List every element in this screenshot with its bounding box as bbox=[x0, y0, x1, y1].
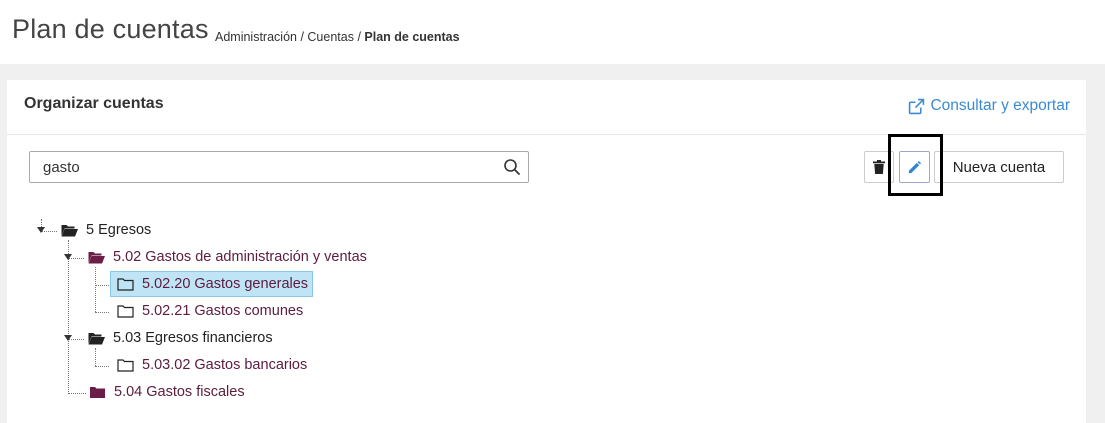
search-icon[interactable] bbox=[503, 158, 521, 176]
search-box bbox=[29, 151, 529, 183]
panel-title: Organizar cuentas bbox=[24, 95, 164, 112]
search-input[interactable] bbox=[30, 152, 500, 182]
tree-connector bbox=[95, 267, 96, 312]
tree-node-label: 5.03 Egresos financieros bbox=[113, 330, 273, 346]
breadcrumb-item-cuentas[interactable]: Cuentas bbox=[307, 30, 354, 44]
tree-node-label: 5.03.02 Gastos bancarios bbox=[142, 357, 308, 373]
tree-connector bbox=[68, 393, 86, 394]
breadcrumb-separator: / bbox=[296, 30, 308, 44]
folder-open-icon bbox=[88, 251, 105, 263]
organize-accounts-panel: Organizar cuentas Consultar y exportar N… bbox=[7, 80, 1086, 423]
consult-export-label: Consultar y exportar bbox=[930, 97, 1070, 114]
folder-icon bbox=[117, 358, 134, 372]
page-title: Plan de cuentas bbox=[12, 14, 209, 44]
edit-button[interactable] bbox=[899, 151, 930, 183]
tree-node-gastos-administracion[interactable]: 5.02 Gastos de administración y ventas bbox=[88, 245, 367, 269]
pencil-icon bbox=[908, 160, 922, 173]
collapse-toggle-icon[interactable] bbox=[37, 227, 45, 233]
folder-open-icon bbox=[88, 332, 105, 344]
breadcrumb-current: Plan de cuentas bbox=[364, 30, 460, 44]
tree-connector bbox=[95, 348, 96, 366]
delete-button[interactable] bbox=[864, 151, 894, 183]
breadcrumb-item-administracion[interactable]: Administración bbox=[215, 30, 297, 44]
folder-closed-icon bbox=[90, 386, 105, 398]
tree-node-egresos[interactable]: 5 Egresos bbox=[61, 218, 151, 242]
folder-icon bbox=[117, 277, 134, 291]
collapse-toggle-icon[interactable] bbox=[64, 335, 72, 341]
breadcrumb-separator: / bbox=[353, 30, 365, 44]
breadcrumb: Administración / Cuentas / Plan de cuent… bbox=[215, 30, 460, 44]
tree-connector bbox=[95, 312, 109, 313]
tree-node-egresos-financieros[interactable]: 5.03 Egresos financieros bbox=[88, 326, 273, 350]
folder-open-icon bbox=[61, 224, 78, 236]
tree-node-label: 5 Egresos bbox=[86, 222, 152, 238]
tree-node-label: 5.02.20 Gastos generales bbox=[142, 276, 309, 292]
new-account-button[interactable]: Nueva cuenta bbox=[934, 151, 1064, 183]
tree-node-gastos-generales[interactable]: 5.02.20 Gastos generales bbox=[110, 271, 314, 297]
trash-icon bbox=[873, 160, 885, 174]
tree-connector bbox=[95, 285, 109, 286]
tree-node-label: 5.04 Gastos fiscales bbox=[114, 384, 245, 400]
consult-export-link[interactable]: Consultar y exportar bbox=[908, 97, 1070, 115]
tree-node-gastos-fiscales[interactable]: 5.04 Gastos fiscales bbox=[89, 380, 245, 404]
panel-header: Organizar cuentas Consultar y exportar bbox=[7, 80, 1086, 135]
tree-node-label: 5.02.21 Gastos comunes bbox=[142, 303, 304, 319]
tree-node-label: 5.02 Gastos de administración y ventas bbox=[113, 249, 367, 265]
tree-connector bbox=[68, 240, 69, 394]
tree-node-gastos-comunes[interactable]: 5.02.21 Gastos comunes bbox=[117, 299, 303, 323]
tree-node-gastos-bancarios[interactable]: 5.03.02 Gastos bancarios bbox=[117, 353, 307, 377]
folder-icon bbox=[117, 304, 134, 318]
external-link-icon bbox=[909, 98, 925, 114]
collapse-toggle-icon[interactable] bbox=[64, 254, 72, 260]
tree-connector bbox=[95, 366, 109, 367]
top-bar: Plan de cuentas Administración / Cuentas… bbox=[0, 0, 1105, 64]
